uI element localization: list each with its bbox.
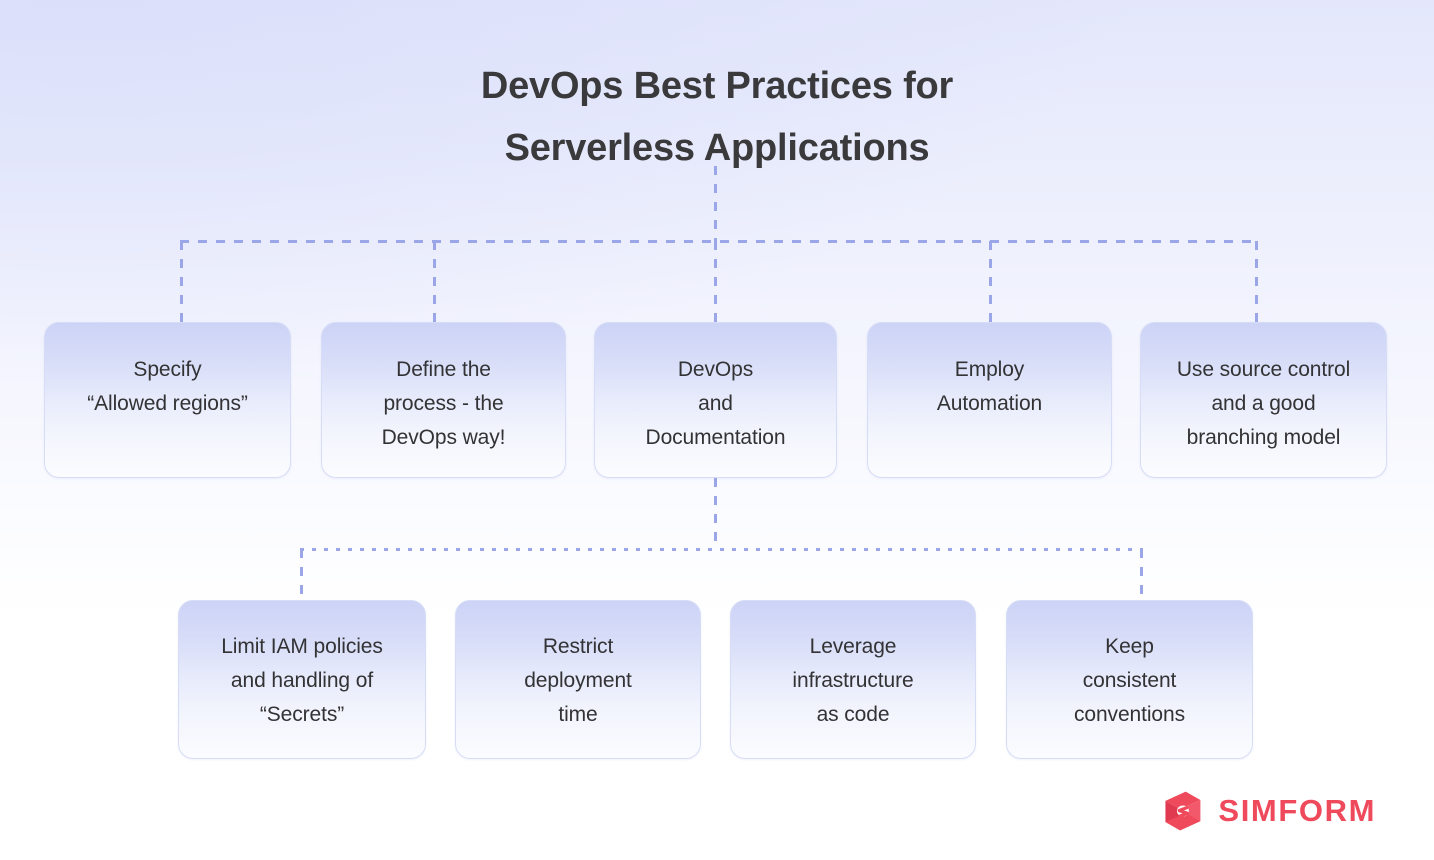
node-label: Employ Automation xyxy=(936,358,1043,415)
node-limit-iam-policies[interactable]: Limit IAM policies and handling of “Secr… xyxy=(178,600,426,759)
node-label: Specify “Allowed regions” xyxy=(87,358,248,415)
simform-wordmark: SIMFORM xyxy=(1218,793,1376,828)
node-label: Limit IAM policies and handling of “Secr… xyxy=(221,635,383,726)
node-define-the-process[interactable]: Define the process - the DevOps way! xyxy=(321,322,566,478)
node-keep-consistent-conventions[interactable]: Keep consistent conventions xyxy=(1006,600,1253,759)
node-specify-allowed-regions[interactable]: Specify “Allowed regions” xyxy=(44,322,291,478)
node-label: DevOps and Documentation xyxy=(645,358,786,449)
node-employ-automation[interactable]: Employ Automation xyxy=(867,322,1112,478)
node-restrict-deployment-time[interactable]: Restrict deployment time xyxy=(455,600,701,759)
node-use-source-control[interactable]: Use source control and a good branching … xyxy=(1140,322,1387,478)
diagram-canvas: DevOps Best Practices for Serverless App… xyxy=(0,0,1434,860)
page-title: DevOps Best Practices for Serverless App… xyxy=(0,56,1434,179)
node-label: Restrict deployment time xyxy=(524,635,632,726)
simform-mark-icon xyxy=(1165,791,1201,831)
node-label: Use source control and a good branching … xyxy=(1176,358,1351,449)
page-title-line-2: Serverless Applications xyxy=(504,126,930,169)
node-label: Keep consistent conventions xyxy=(1074,635,1185,726)
simform-logo: SIMFORM xyxy=(1159,788,1376,834)
node-label: Define the process - the DevOps way! xyxy=(381,358,506,449)
page-title-line-1: DevOps Best Practices for xyxy=(480,65,954,107)
node-devops-and-documentation[interactable]: DevOps and Documentation xyxy=(594,322,837,478)
node-leverage-infrastructure-as-code[interactable]: Leverage infrastructure as code xyxy=(730,600,976,759)
node-label: Leverage infrastructure as code xyxy=(792,635,914,726)
